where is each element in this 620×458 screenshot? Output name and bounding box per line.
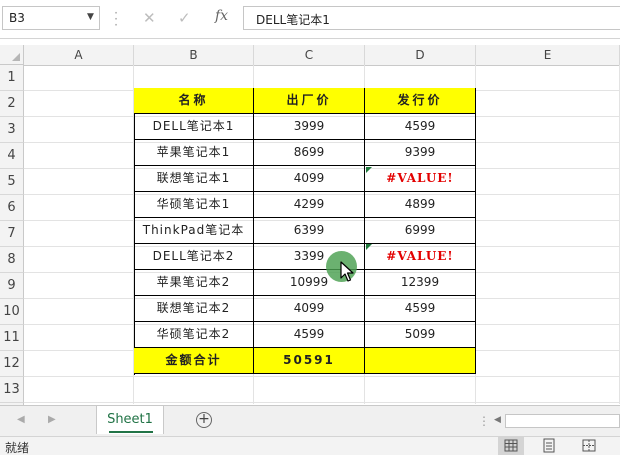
row-header-13[interactable]: 13 <box>0 377 24 403</box>
data-row-cell-factory-price[interactable]: 4099 <box>254 296 365 322</box>
mouse-cursor-icon <box>340 261 354 282</box>
data-row-cell-name[interactable]: DELL笔记本2 <box>134 244 254 270</box>
data-row-cell-factory-price[interactable]: 4599 <box>254 322 365 348</box>
data-row-cell-retail-price[interactable]: 4599 <box>365 296 476 322</box>
select-all-icon <box>12 53 20 61</box>
cancel-icon[interactable]: ✕ <box>143 9 156 27</box>
header-row-cell-factory-price[interactable]: 出厂价 <box>254 88 365 114</box>
add-sheet-button[interactable]: + <box>196 412 212 428</box>
page-layout-icon <box>543 438 555 453</box>
error-indicator-icon[interactable] <box>366 244 372 250</box>
total-row-cell-name[interactable]: 金额合计 <box>134 348 254 374</box>
error-indicator-icon[interactable] <box>366 167 372 173</box>
row-header-1[interactable]: 1 <box>0 65 24 91</box>
data-row-cell-retail-price[interactable]: 6999 <box>365 218 476 244</box>
select-all-corner[interactable] <box>0 45 24 65</box>
horizontal-scrollbar[interactable] <box>505 414 620 428</box>
column-header-d[interactable]: D <box>365 45 476 65</box>
total-row-cell-factory-price[interactable]: 50591 <box>254 348 365 374</box>
enter-check-icon[interactable]: ✓ <box>178 9 191 27</box>
sheet-tab-bar: ◀ ▶ Sheet1 + ⋮ ◀ <box>0 405 620 436</box>
name-box-value: B3 <box>9 11 25 25</box>
row-header-2[interactable]: 2 <box>0 91 24 117</box>
data-row-cell-factory-price[interactable]: 3999 <box>254 114 365 140</box>
sheet-tab-sheet1[interactable]: Sheet1 <box>96 406 164 434</box>
data-row-cell-name[interactable]: DELL笔记本1 <box>134 114 254 140</box>
data-row-cell-factory-price[interactable]: 6399 <box>254 218 365 244</box>
active-tab-indicator <box>109 431 153 433</box>
data-row-cell-retail-price[interactable]: 9399 <box>365 140 476 166</box>
normal-view-icon <box>504 439 518 452</box>
scroll-tabs-right-icon[interactable]: ▶ <box>48 414 56 425</box>
data-row-cell-retail-price[interactable]: #VALUE! <box>365 244 476 270</box>
header-row-cell-name[interactable]: 名称 <box>134 88 254 114</box>
formula-bar: B3 ▼ · · · ✕ ✓ fx DELL笔记本1 <box>0 0 620 39</box>
row-header-8[interactable]: 8 <box>0 247 24 273</box>
insert-function-icon[interactable]: fx <box>215 8 228 24</box>
data-row-cell-name[interactable]: ThinkPad笔记本 <box>134 218 254 244</box>
row-header-5[interactable]: 5 <box>0 169 24 195</box>
data-row-cell-name[interactable]: 华硕笔记本1 <box>134 192 254 218</box>
tab-splitter-icon[interactable]: ⋮ <box>478 414 490 428</box>
sheet-tab-label: Sheet1 <box>107 412 153 427</box>
header-row-cell-retail-price[interactable]: 发行价 <box>365 88 476 114</box>
row-header-3[interactable]: 3 <box>0 117 24 143</box>
column-header-a[interactable]: A <box>24 45 134 65</box>
data-row-cell-name[interactable]: 华硕笔记本2 <box>134 322 254 348</box>
row-header-6[interactable]: 6 <box>0 195 24 221</box>
gridline-horizontal <box>24 376 620 377</box>
data-row-cell-factory-price[interactable]: 8699 <box>254 140 365 166</box>
chevron-down-icon[interactable]: ▼ <box>87 12 94 22</box>
formula-input[interactable]: DELL笔记本1 <box>243 6 620 30</box>
data-row-cell-retail-price[interactable]: 12399 <box>365 270 476 296</box>
data-row-cell-factory-price[interactable]: 4299 <box>254 192 365 218</box>
row-header-7[interactable]: 7 <box>0 221 24 247</box>
drag-handle-icon[interactable]: · · · <box>112 7 120 31</box>
scroll-tabs-left-icon[interactable]: ◀ <box>17 414 25 425</box>
page-layout-view-button[interactable] <box>536 437 562 455</box>
data-row-cell-name[interactable]: 联想笔记本1 <box>134 166 254 192</box>
name-box[interactable]: B3 ▼ <box>2 6 100 30</box>
gridline-horizontal <box>24 402 620 403</box>
column-header-b[interactable]: B <box>134 45 254 65</box>
page-break-view-button[interactable] <box>576 437 602 455</box>
row-header-12[interactable]: 12 <box>0 351 24 377</box>
data-row-cell-retail-price[interactable]: 4899 <box>365 192 476 218</box>
data-row-cell-retail-price[interactable]: 5099 <box>365 322 476 348</box>
normal-view-button[interactable] <box>498 437 524 455</box>
total-row-cell-retail-price[interactable] <box>365 348 476 374</box>
column-header-c[interactable]: C <box>254 45 365 65</box>
status-bar: 就绪 <box>0 436 620 455</box>
row-header-10[interactable]: 10 <box>0 299 24 325</box>
column-header-e[interactable]: E <box>476 45 620 65</box>
formula-text: DELL笔记本1 <box>256 13 330 27</box>
row-header-4[interactable]: 4 <box>0 143 24 169</box>
row-header-9[interactable]: 9 <box>0 273 24 299</box>
column-header-row: ABCDE <box>0 45 620 66</box>
scroll-left-icon[interactable]: ◀ <box>494 415 501 425</box>
data-row-cell-factory-price[interactable]: 4099 <box>254 166 365 192</box>
page-break-preview-icon <box>582 439 596 452</box>
data-row-cell-name[interactable]: 联想笔记本2 <box>134 296 254 322</box>
status-text: 就绪 <box>5 441 30 455</box>
data-row-cell-name[interactable]: 苹果笔记本1 <box>134 140 254 166</box>
data-row-cell-name[interactable]: 苹果笔记本2 <box>134 270 254 296</box>
data-row-cell-retail-price[interactable]: #VALUE! <box>365 166 476 192</box>
data-row-cell-retail-price[interactable]: 4599 <box>365 114 476 140</box>
row-header-11[interactable]: 11 <box>0 325 24 351</box>
